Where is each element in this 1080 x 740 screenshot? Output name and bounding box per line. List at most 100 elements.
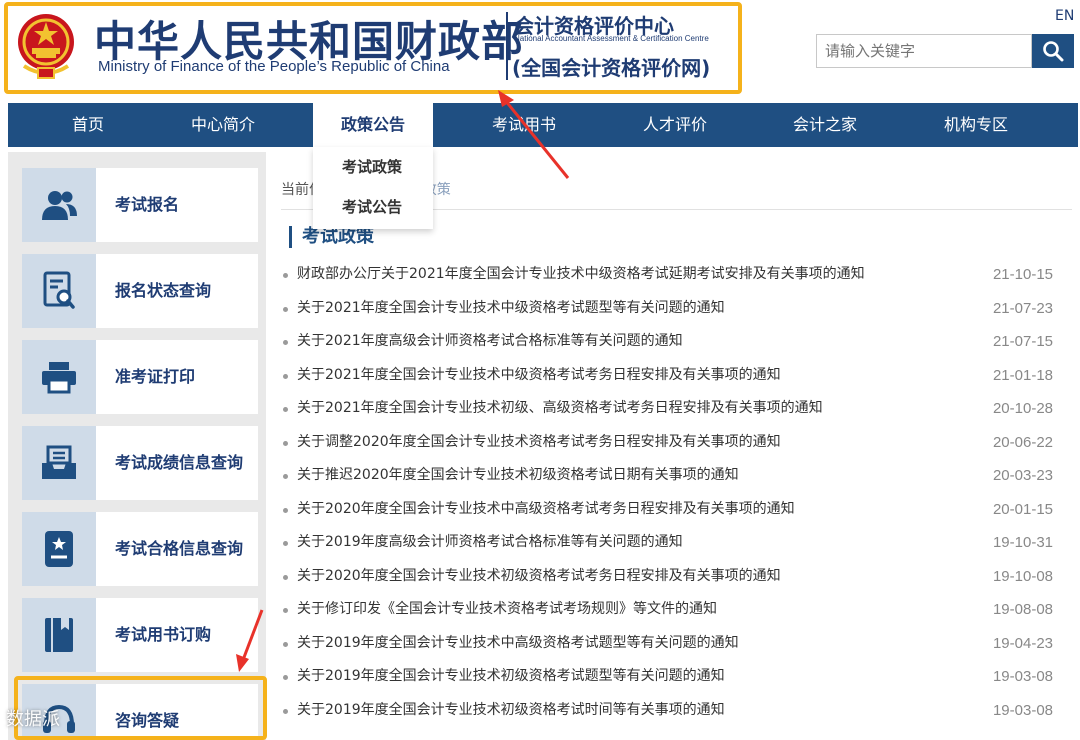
nav-item-talent[interactable]: 人才评价 bbox=[625, 103, 725, 147]
bullet-icon bbox=[283, 641, 288, 647]
search-icon bbox=[1043, 41, 1064, 62]
dropdown-item-exam-policy[interactable]: 考试政策 bbox=[313, 147, 433, 187]
search-input[interactable] bbox=[816, 34, 1032, 68]
sidebar-item-admission-print[interactable]: 准考证打印 bbox=[22, 340, 258, 414]
nav-item-about[interactable]: 中心简介 bbox=[173, 103, 273, 147]
certificate-icon bbox=[45, 531, 73, 567]
bullet-icon bbox=[283, 474, 288, 479]
printer-icon bbox=[42, 362, 76, 394]
news-date: 19-04-23 bbox=[992, 634, 1053, 652]
news-title-link[interactable]: 关于2021年度全国会计专业技术中级资格考试考务日程安排及有关事项的通知 bbox=[297, 359, 781, 393]
news-list: 财政部办公厅关于2021年度全国会计专业技术中级资格考试延期考试安排及有关事项的… bbox=[282, 258, 1072, 727]
news-title-link[interactable]: 关于推迟2020年度全国会计专业技术初级资格考试日期有关事项的通知 bbox=[297, 459, 739, 493]
center-title-en: National Accountant Assessment & Certifi… bbox=[514, 34, 709, 43]
bullet-icon bbox=[283, 507, 288, 513]
bullet-icon bbox=[283, 440, 288, 446]
page-title: 考试政策 bbox=[289, 226, 374, 248]
news-title-link[interactable]: 关于2020年度全国会计专业技术中高级资格考试考务日程安排及有关事项的通知 bbox=[297, 493, 795, 527]
document-search-icon bbox=[43, 271, 75, 309]
news-title-link[interactable]: 关于2021年度全国会计专业技术中级资格考试题型等有关问题的通知 bbox=[297, 292, 725, 326]
sidebar-item-label: 准考证打印 bbox=[115, 367, 196, 386]
list-item[interactable]: 关于2021年度全国会计专业技术中级资格考试题型等有关问题的通知 21-07-23 bbox=[282, 292, 1072, 326]
list-item[interactable]: 财政部办公厅关于2021年度全国会计专业技术中级资格考试延期考试安排及有关事项的… bbox=[282, 258, 1072, 292]
bullet-icon bbox=[283, 306, 288, 312]
news-title-link[interactable]: 关于2019年度全国会计专业技术初级资格考试题型等有关问题的通知 bbox=[297, 660, 725, 694]
bullet-icon bbox=[283, 373, 288, 379]
news-title-link[interactable]: 财政部办公厅关于2021年度全国会计专业技术中级资格考试延期考试安排及有关事项的… bbox=[297, 258, 865, 292]
news-title-link[interactable]: 关于2021年度全国会计专业技术初级、高级资格考试考务日程安排及有关事项的通知 bbox=[297, 392, 823, 426]
news-title-link[interactable]: 关于2021年度高级会计师资格考试合格标准等有关问题的通知 bbox=[297, 325, 683, 359]
news-date: 20-01-15 bbox=[992, 500, 1053, 518]
book-icon bbox=[45, 618, 73, 652]
nav-item-policy[interactable]: 政策公告 bbox=[313, 103, 433, 147]
sidebar: 考试报名 报名状态查询 准考证打印 考试成绩信息查询 考试合格信息查询 考试用书… bbox=[8, 152, 266, 740]
news-title-link[interactable]: 关于调整2020年度全国会计专业技术资格考试考务日程安排及有关事项的通知 bbox=[297, 426, 781, 460]
news-date: 19-03-08 bbox=[992, 668, 1053, 685]
news-title-link[interactable]: 关于修订印发《全国会计专业技术资格考试考场规则》等文件的通知 bbox=[297, 593, 717, 627]
news-date: 20-06-22 bbox=[992, 433, 1053, 451]
sidebar-item-status-query[interactable]: 报名状态查询 bbox=[22, 254, 258, 328]
news-date: 19-10-08 bbox=[992, 567, 1053, 585]
list-item[interactable]: 关于2019年度全国会计专业技术中高级资格考试题型等有关问题的通知 19-04-2… bbox=[282, 627, 1072, 661]
news-date: 21-07-15 bbox=[992, 333, 1053, 350]
list-item[interactable]: 关于2020年度全国会计专业技术中高级资格考试考务日程安排及有关事项的通知 20-… bbox=[282, 493, 1072, 527]
bullet-icon bbox=[283, 574, 288, 580]
news-date: 21-01-18 bbox=[992, 366, 1053, 384]
sidebar-item-pass-query[interactable]: 考试合格信息查询 bbox=[22, 512, 258, 586]
main-nav: 首页 中心简介 政策公告 考试用书 人才评价 会计之家 机构专区 bbox=[8, 103, 1078, 147]
list-item[interactable]: 关于2019年度全国会计专业技术初级资格考试题型等有关问题的通知 19-03-08 bbox=[282, 660, 1072, 694]
center-site-name: (全国会计资格评价网) bbox=[512, 56, 711, 80]
bullet-icon bbox=[283, 675, 288, 680]
news-date: 21-07-23 bbox=[992, 299, 1053, 317]
sidebar-item-label: 报名状态查询 bbox=[115, 281, 212, 300]
bullet-icon bbox=[283, 407, 288, 412]
sidebar-item-score-query[interactable]: 考试成绩信息查询 bbox=[22, 426, 258, 500]
news-date: 21-10-15 bbox=[992, 266, 1053, 283]
sidebar-item-registration[interactable]: 考试报名 bbox=[22, 168, 258, 242]
national-emblem-icon bbox=[18, 14, 74, 79]
news-date: 20-10-28 bbox=[992, 400, 1053, 417]
nav-item-books[interactable]: 考试用书 bbox=[474, 103, 574, 147]
sidebar-item-label: 考试用书订购 bbox=[115, 625, 212, 644]
news-date: 19-08-08 bbox=[992, 601, 1053, 618]
sidebar-item-label: 考试合格信息查询 bbox=[115, 539, 244, 558]
bullet-icon bbox=[283, 608, 288, 613]
news-date: 20-03-23 bbox=[992, 467, 1053, 484]
news-title-link[interactable]: 关于2020年度全国会计专业技术初级资格考试考务日程安排及有关事项的通知 bbox=[297, 560, 781, 594]
bullet-icon bbox=[283, 708, 288, 714]
bullet-icon bbox=[283, 541, 288, 546]
news-date: 19-10-31 bbox=[992, 534, 1053, 551]
language-switch-link[interactable]: EN bbox=[1055, 8, 1074, 24]
news-title-link[interactable]: 关于2019年度全国会计专业技术初级资格考试时间等有关事项的通知 bbox=[297, 694, 725, 728]
list-item[interactable]: 关于修订印发《全国会计专业技术资格考试考场规则》等文件的通知 19-08-08 bbox=[282, 593, 1072, 627]
header-logo-highlight[interactable]: 中华人民共和国财政部 Ministry of Finance of the Pe… bbox=[4, 2, 742, 94]
users-icon bbox=[42, 191, 77, 220]
list-item[interactable]: 关于2020年度全国会计专业技术初级资格考试考务日程安排及有关事项的通知 19-1… bbox=[282, 560, 1072, 594]
list-item[interactable]: 关于2019年度全国会计专业技术初级资格考试时间等有关事项的通知 19-03-08 bbox=[282, 694, 1072, 728]
sidebar-item-label: 考试成绩信息查询 bbox=[115, 453, 244, 472]
nav-item-home[interactable]: 首页 bbox=[38, 103, 138, 147]
bullet-icon bbox=[283, 273, 288, 278]
list-item[interactable]: 关于2021年度高级会计师资格考试合格标准等有关问题的通知 21-07-15 bbox=[282, 325, 1072, 359]
watermark: 数据派 bbox=[6, 709, 60, 730]
header-divider bbox=[506, 12, 508, 80]
policy-dropdown-menu: 考试政策 考试公告 bbox=[313, 147, 433, 229]
list-item[interactable]: 关于调整2020年度全国会计专业技术资格考试考务日程安排及有关事项的通知 20-0… bbox=[282, 426, 1072, 460]
list-item[interactable]: 关于推迟2020年度全国会计专业技术初级资格考试日期有关事项的通知 20-03-2… bbox=[282, 459, 1072, 493]
ministry-title-en: Ministry of Finance of the People’s Repu… bbox=[98, 58, 450, 75]
news-date: 19-03-08 bbox=[992, 701, 1053, 719]
list-item[interactable]: 关于2021年度全国会计专业技术中级资格考试考务日程安排及有关事项的通知 21-0… bbox=[282, 359, 1072, 393]
nav-item-institutions[interactable]: 机构专区 bbox=[926, 103, 1026, 147]
news-title-link[interactable]: 关于2019年度全国会计专业技术中高级资格考试题型等有关问题的通知 bbox=[297, 627, 739, 661]
search-button[interactable] bbox=[1032, 34, 1074, 68]
sidebar-item-book-order[interactable]: 考试用书订购 bbox=[22, 598, 258, 672]
inbox-icon bbox=[42, 445, 76, 479]
list-item[interactable]: 关于2019年度高级会计师资格考试合格标准等有关问题的通知 19-10-31 bbox=[282, 526, 1072, 560]
sidebar-item-label: 考试报名 bbox=[115, 195, 180, 214]
site-header: 中华人民共和国财政部 Ministry of Finance of the Pe… bbox=[0, 0, 1080, 100]
nav-item-home-of-accountants[interactable]: 会计之家 bbox=[775, 103, 875, 147]
list-item[interactable]: 关于2021年度全国会计专业技术初级、高级资格考试考务日程安排及有关事项的通知 2… bbox=[282, 392, 1072, 426]
dropdown-item-exam-notice[interactable]: 考试公告 bbox=[313, 187, 433, 227]
bullet-icon bbox=[283, 340, 288, 345]
news-title-link[interactable]: 关于2019年度高级会计师资格考试合格标准等有关问题的通知 bbox=[297, 526, 683, 560]
